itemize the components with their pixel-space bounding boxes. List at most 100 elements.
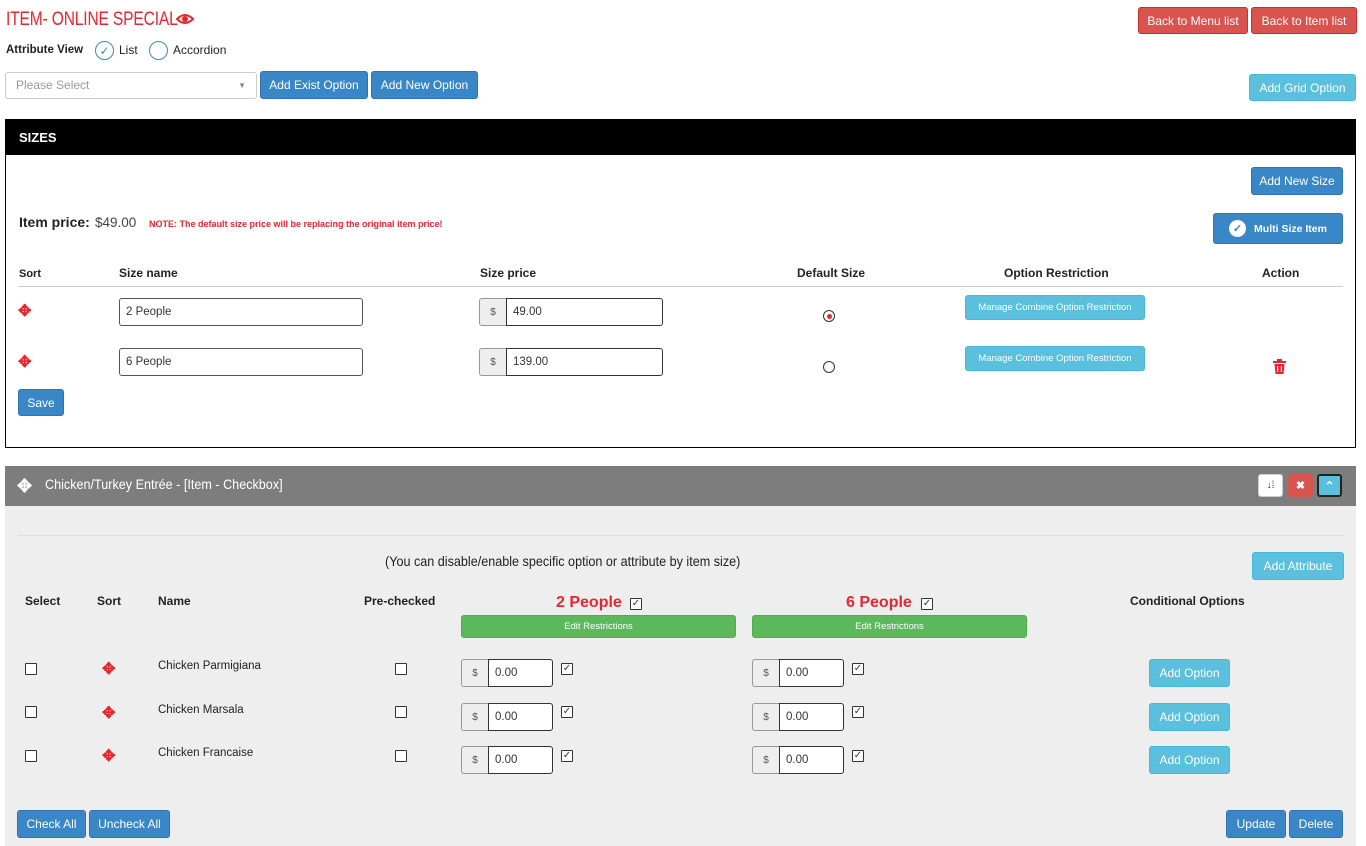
option-select[interactable]: Please Select ▼ [5, 72, 257, 99]
close-icon[interactable]: ✖ [1288, 474, 1313, 497]
accordion-view-radio[interactable] [149, 41, 168, 60]
select-checkbox[interactable] [25, 706, 37, 718]
size-name-input[interactable]: 6 People [119, 348, 363, 376]
option-price-input[interactable]: 0.00 [779, 659, 844, 687]
option-price-input[interactable]: 0.00 [488, 746, 553, 774]
back-to-item-list-button[interactable]: Back to Item list [1251, 7, 1357, 34]
option-price-input[interactable]: 0.00 [488, 703, 553, 731]
prechecked-checkbox[interactable] [395, 663, 407, 675]
option-price-input[interactable]: 0.00 [779, 746, 844, 774]
delete-button[interactable]: Delete [1289, 810, 1343, 838]
size-column-2-people: 2 People [556, 594, 622, 611]
col-sort: Sort [19, 268, 41, 280]
sort-alpha-icon[interactable]: ↓⁞ [1258, 474, 1283, 497]
size-2-people-checkbox[interactable]: ✓ [630, 598, 642, 610]
enable-size-checkbox[interactable]: ✓ [561, 750, 573, 762]
move-arrows-icon[interactable]: ✥ [18, 355, 31, 371]
size-price-group: $ 139.00 [479, 348, 663, 376]
default-size-radio[interactable] [823, 361, 835, 373]
option-price-group: $ 0.00 [752, 659, 844, 687]
enable-size-checkbox[interactable]: ✓ [852, 706, 864, 718]
update-button[interactable]: Update [1226, 810, 1286, 838]
add-option-button[interactable]: Add Option [1149, 659, 1230, 687]
move-arrows-icon[interactable]: ✥ [17, 476, 32, 497]
enable-size-checkbox[interactable]: ✓ [852, 663, 864, 675]
option-price-group: $ 0.00 [461, 703, 553, 731]
move-arrows-icon[interactable]: ✥ [102, 662, 115, 678]
checkmark-icon: ✓ [99, 43, 110, 58]
edit-restrictions-6-people-button[interactable]: Edit Restrictions [752, 615, 1027, 638]
move-arrows-icon[interactable]: ✥ [102, 706, 115, 722]
col-option-restriction: Option Restriction [1004, 266, 1109, 280]
enable-size-checkbox[interactable]: ✓ [561, 663, 573, 675]
option-price-input[interactable]: 0.00 [779, 703, 844, 731]
enable-size-checkbox[interactable]: ✓ [561, 706, 573, 718]
save-button[interactable]: Save [18, 389, 64, 416]
sizes-header: SIZES [6, 120, 1355, 155]
checkmark-icon: ✓ [1229, 220, 1247, 237]
col-size-price: Size price [480, 266, 537, 280]
page-title: ITEM- ONLINE SPECIAL [6, 9, 178, 30]
move-arrows-icon[interactable]: ✥ [18, 304, 31, 320]
option-price-group: $ 0.00 [461, 746, 553, 774]
list-view-label: List [119, 43, 138, 57]
col-default-size: Default Size [797, 266, 866, 280]
option-price-group: $ 0.00 [752, 746, 844, 774]
add-new-option-button[interactable]: Add New Option [371, 71, 478, 99]
select-checkbox[interactable] [25, 750, 37, 762]
size-price-group: $ 49.00 [479, 298, 663, 326]
currency-addon: $ [752, 703, 779, 731]
list-view-radio[interactable]: ✓ [95, 41, 114, 60]
default-size-radio[interactable] [823, 310, 835, 322]
select-placeholder: Please Select [16, 78, 90, 92]
attribute-panel: ✥ Chicken/Turkey Entrée - [Item - Checkb… [5, 466, 1356, 846]
multi-size-item-button[interactable]: ✓ Multi Size Item [1213, 213, 1343, 244]
col-name: Name [158, 594, 191, 608]
add-option-button[interactable]: Add Option [1149, 746, 1230, 774]
add-new-size-button[interactable]: Add New Size [1251, 167, 1343, 195]
check-all-button[interactable]: Check All [17, 810, 86, 838]
col-action: Action [1262, 266, 1300, 280]
sizes-panel: SIZES [5, 119, 1356, 448]
table-divider [18, 286, 1343, 287]
size-hint-text: (You can disable/enable specific option … [385, 553, 741, 569]
eye-icon[interactable] [175, 12, 195, 29]
option-price-input[interactable]: 0.00 [488, 659, 553, 687]
attribute-view-label: Attribute View [6, 44, 84, 56]
add-grid-option-button[interactable]: Add Grid Option [1249, 74, 1356, 101]
size-column-6-people: 6 People [846, 594, 912, 611]
multi-size-label: Multi Size Item [1254, 222, 1327, 235]
uncheck-all-button[interactable]: Uncheck All [89, 810, 170, 838]
item-price-label: Item price: [19, 214, 90, 230]
chevron-down-icon: ▼ [238, 81, 246, 90]
size-price-input[interactable]: 49.00 [506, 298, 663, 326]
item-price-value: $49.00 [95, 215, 137, 230]
prechecked-checkbox[interactable] [395, 706, 407, 718]
currency-addon: $ [461, 746, 488, 774]
prechecked-checkbox[interactable] [395, 750, 407, 762]
attribute-header: ✥ Chicken/Turkey Entrée - [Item - Checkb… [5, 466, 1356, 506]
size-name-input[interactable]: 2 People [119, 298, 363, 326]
move-arrows-icon[interactable]: ✥ [102, 749, 115, 765]
size-6-people-checkbox[interactable]: ✓ [921, 598, 933, 610]
attribute-title: Chicken/Turkey Entrée - [Item - Checkbox… [45, 476, 283, 492]
select-checkbox[interactable] [25, 663, 37, 675]
enable-size-checkbox[interactable]: ✓ [852, 750, 864, 762]
trash-icon[interactable] [1273, 359, 1286, 377]
section-divider [18, 535, 1343, 536]
currency-addon: $ [479, 348, 506, 376]
currency-addon: $ [752, 659, 779, 687]
back-to-menu-list-button[interactable]: Back to Menu list [1138, 7, 1248, 34]
option-name: Chicken Francaise [158, 747, 254, 759]
manage-restriction-button[interactable]: Manage Combine Option Restriction [965, 346, 1145, 371]
option-name: Chicken Parmigiana [158, 660, 261, 672]
add-attribute-button[interactable]: Add Attribute [1252, 552, 1344, 580]
edit-restrictions-2-people-button[interactable]: Edit Restrictions [461, 615, 736, 638]
add-option-button[interactable]: Add Option [1149, 703, 1230, 731]
manage-restriction-button[interactable]: Manage Combine Option Restriction [965, 295, 1145, 320]
size-price-input[interactable]: 139.00 [506, 348, 663, 376]
col-select: Select [25, 594, 61, 608]
option-price-group: $ 0.00 [461, 659, 553, 687]
collapse-chevron-up-icon[interactable]: ⌃ [1317, 474, 1342, 497]
add-exist-option-button[interactable]: Add Exist Option [260, 71, 368, 99]
